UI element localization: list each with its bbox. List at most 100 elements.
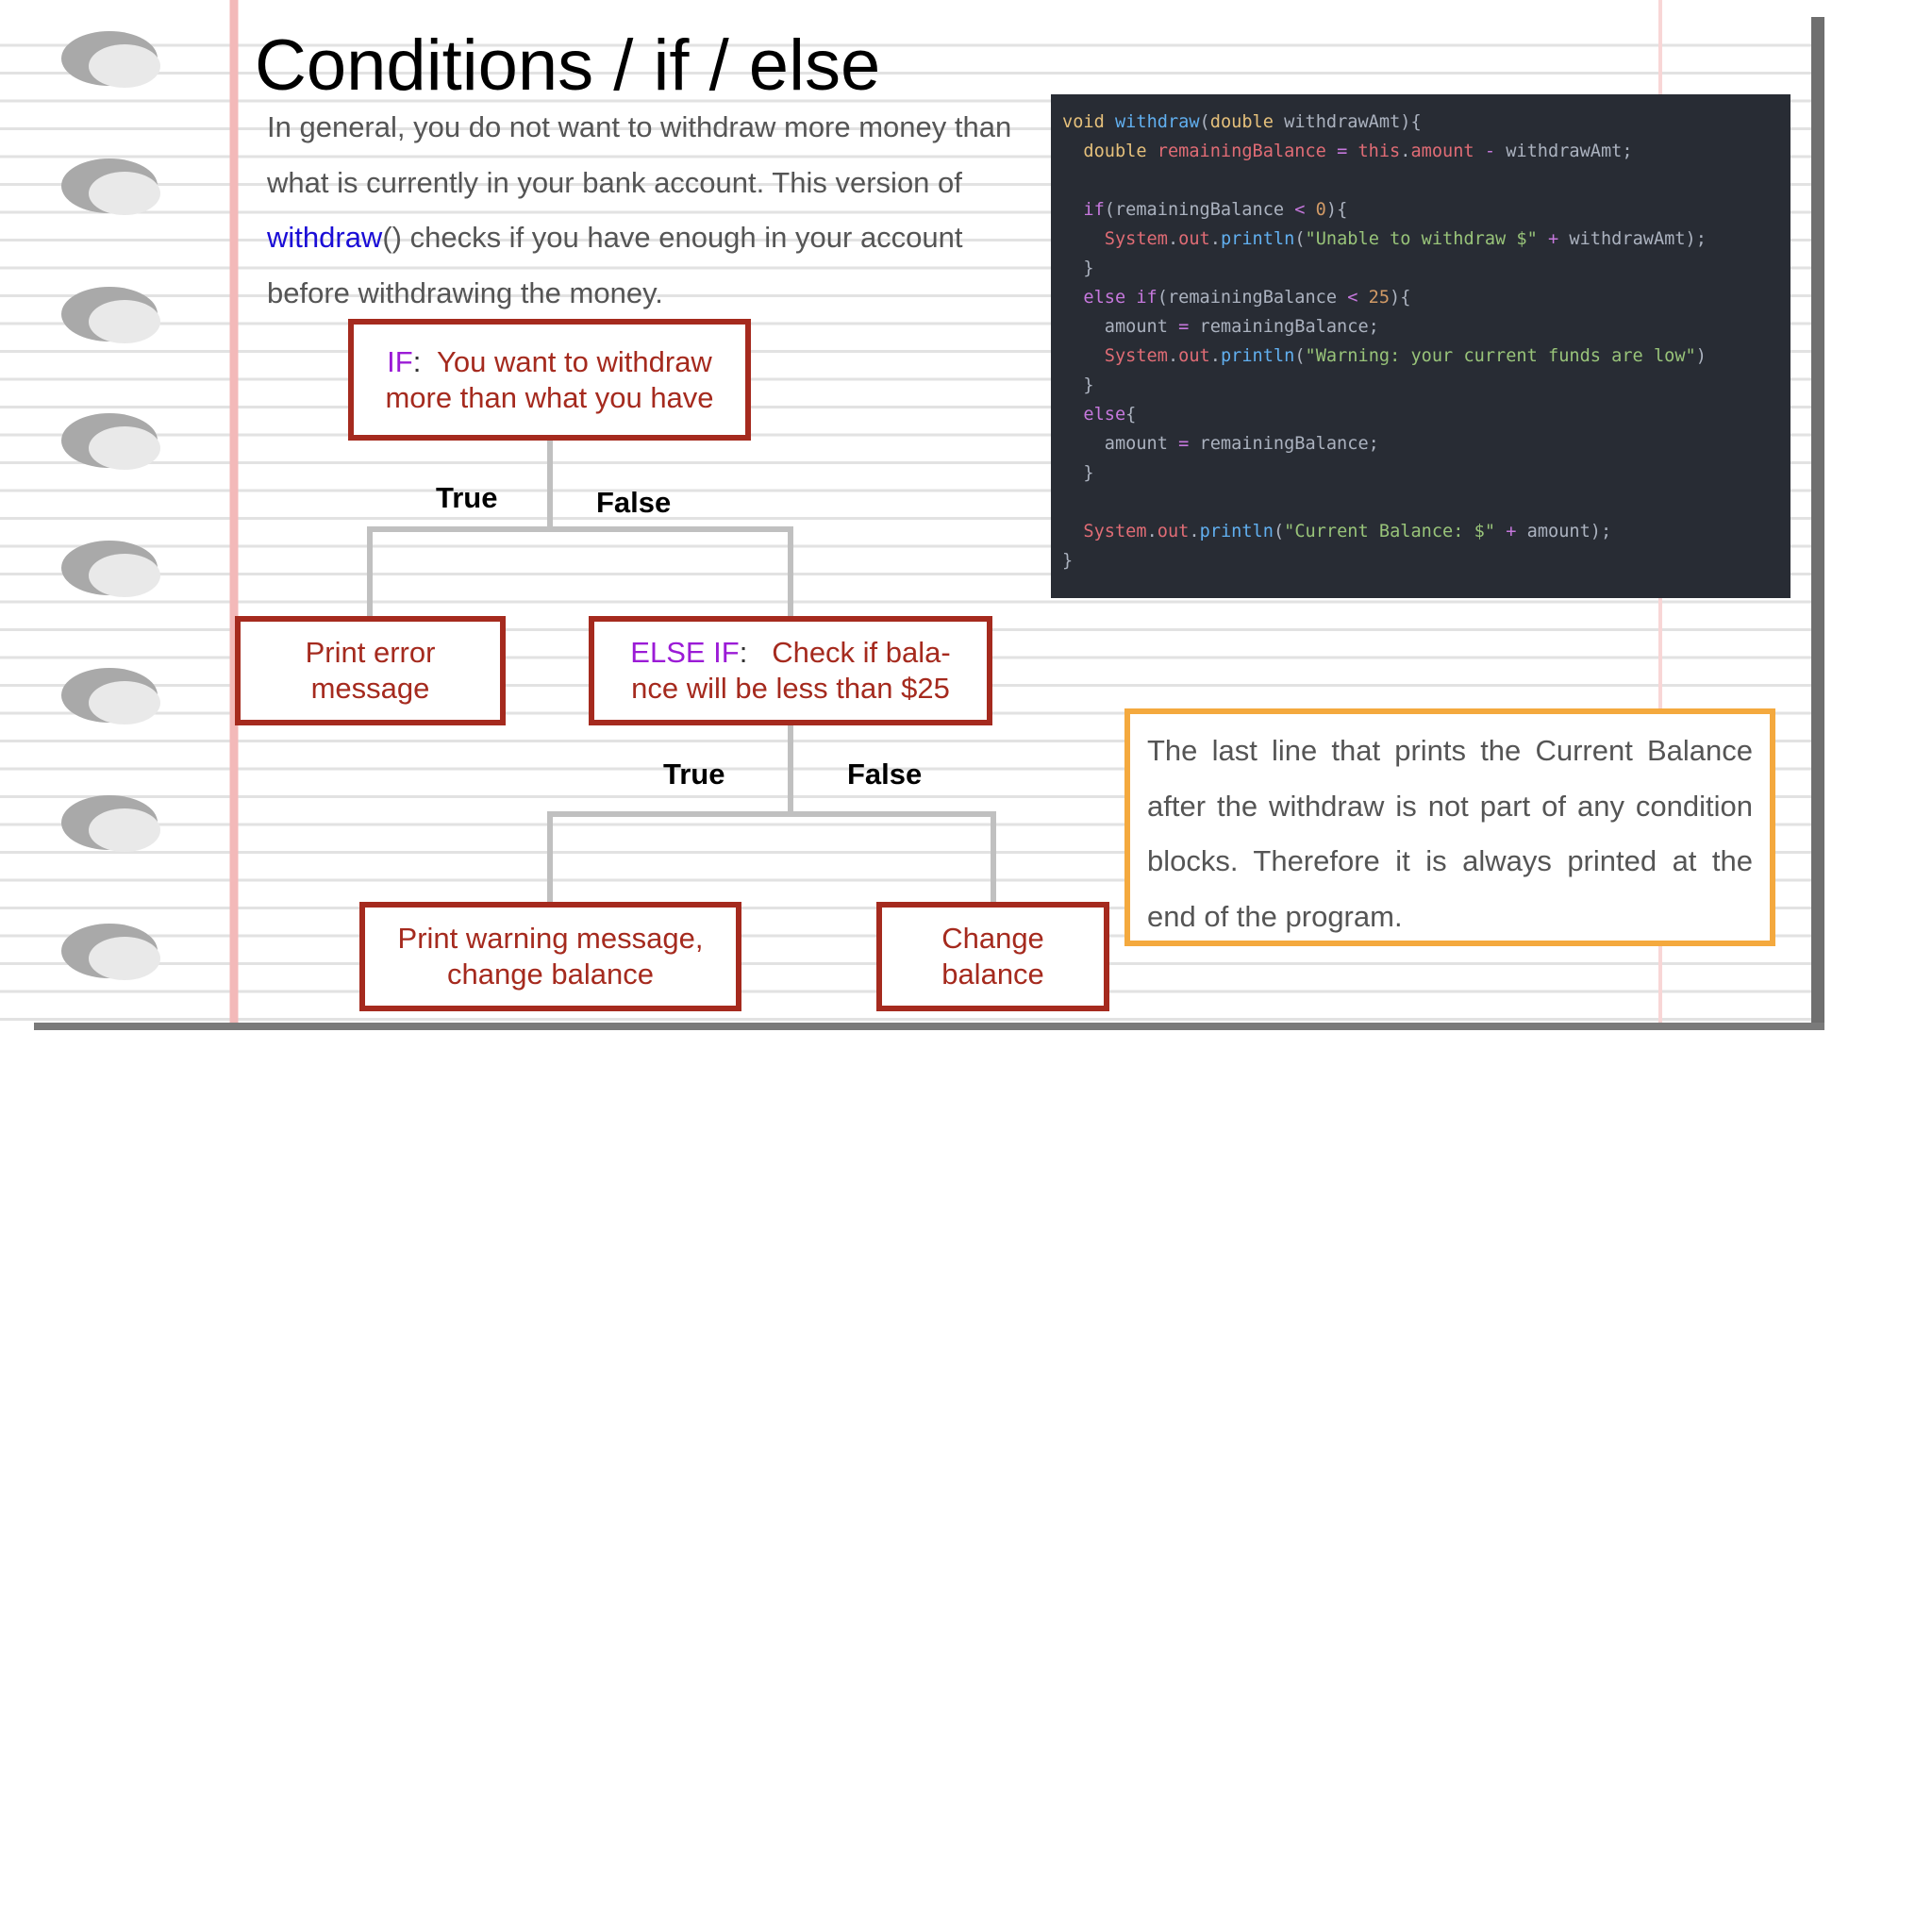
print-error-box: Print error message (235, 616, 506, 725)
code-line: System.out.println("Unable to withdraw $… (1062, 225, 1779, 254)
code-token: "Warning: your current funds are low" (1305, 346, 1696, 366)
code-token: = (1337, 142, 1358, 161)
code-token: (remainingBalance (1157, 288, 1348, 308)
code-token: ) (1695, 346, 1707, 366)
else-if-keyword: ELSE IF (630, 636, 740, 669)
code-token: double (1083, 142, 1158, 161)
branch-label-true-1: True (436, 481, 498, 514)
connector-elseif-split (547, 811, 996, 907)
if-condition-box: IF: You want to withdraw more than what … (348, 319, 751, 441)
code-token: System (1104, 229, 1168, 249)
code-line: } (1062, 254, 1779, 283)
code-token: else if (1083, 288, 1158, 308)
code-token: remainingBalance; (1199, 434, 1379, 454)
code-token: = (1178, 317, 1200, 337)
branch-label-false-1: False (596, 486, 672, 519)
if-separator: : (412, 344, 422, 378)
code-token: System (1083, 522, 1147, 541)
code-token: double (1209, 112, 1285, 132)
code-token: amount (1062, 317, 1179, 337)
code-line: } (1062, 546, 1779, 575)
branch-label-true-2: True (663, 758, 725, 791)
if-keyword: IF (387, 344, 413, 378)
code-token: ( (1273, 522, 1285, 541)
code-token: "Unable to withdraw $" (1305, 229, 1549, 249)
code-token: 25 (1368, 288, 1391, 308)
note-box: The last line that prints the Current Ba… (1124, 708, 1775, 946)
code-token: out (1157, 522, 1190, 541)
code-token: this (1357, 142, 1401, 161)
code-token: withdrawAmt); (1569, 229, 1707, 249)
code-token: ){ (1390, 288, 1411, 308)
code-line: else if(remainingBalance < 25){ (1062, 283, 1779, 312)
code-token: remainingBalance (1157, 142, 1338, 161)
code-token: withdraw (1114, 112, 1200, 132)
code-line: } (1062, 371, 1779, 400)
code-token: < (1294, 200, 1316, 220)
code-token: println (1220, 229, 1295, 249)
code-token: } (1062, 258, 1094, 278)
change-balance-box: Change balance (876, 902, 1109, 1011)
code-token: ( (1199, 112, 1210, 132)
else-if-separator: : (739, 636, 748, 669)
code-line: System.out.println("Current Balance: $" … (1062, 517, 1779, 546)
code-token: ( (1294, 229, 1306, 249)
code-token: amount (1410, 142, 1485, 161)
slide: Conditions / if / else In general, you d… (0, 0, 1824, 1030)
code-token: ){ (1325, 200, 1348, 220)
code-line: amount = remainingBalance; (1062, 429, 1779, 458)
code-token: . (1167, 229, 1179, 249)
code-token: else (1083, 405, 1126, 425)
code-token: . (1167, 346, 1179, 366)
code-token: System (1104, 346, 1168, 366)
code-line: if(remainingBalance < 0){ (1062, 195, 1779, 225)
code-token: } (1062, 551, 1074, 571)
branch-label-false-2: False (847, 758, 923, 791)
print-warning-text: Print warning message, change balance (397, 922, 704, 991)
code-token: void (1062, 112, 1115, 132)
code-token: remainingBalance; (1199, 317, 1379, 337)
code-token: if (1083, 200, 1105, 220)
code-token: "Current Balance: $" (1284, 522, 1507, 541)
code-token: + (1548, 229, 1570, 249)
note-text: The last line that prints the Current Ba… (1147, 734, 1753, 933)
print-error-text: Print error message (305, 636, 436, 705)
code-token: < (1347, 288, 1369, 308)
code-token: amount); (1526, 522, 1612, 541)
change-balance-text: Change balance (941, 922, 1044, 991)
code-token: . (1146, 522, 1158, 541)
if-condition-text: You want to withdraw more than what you … (385, 344, 714, 414)
code-token: . (1400, 142, 1411, 161)
code-token: + (1506, 522, 1527, 541)
connector-if-split (367, 526, 793, 621)
code-token: { (1125, 405, 1137, 425)
code-token: ( (1294, 346, 1306, 366)
else-if-condition-box: ELSE IF: Check if bala-nce will be less … (589, 616, 992, 725)
code-token: . (1209, 346, 1221, 366)
code-block: void withdraw(double withdrawAmt){ doubl… (1051, 94, 1790, 598)
code-token: 0 (1315, 200, 1326, 220)
code-token: } (1062, 463, 1094, 483)
code-token: = (1178, 434, 1200, 454)
code-token: withdrawAmt){ (1284, 112, 1422, 132)
code-line: System.out.println("Warning: your curren… (1062, 341, 1779, 371)
code-token: println (1199, 522, 1274, 541)
code-line: } (1062, 458, 1779, 488)
code-token: out (1178, 229, 1210, 249)
print-warning-box: Print warning message, change balance (359, 902, 741, 1011)
code-line: void withdraw(double withdrawAmt){ (1062, 108, 1779, 137)
code-token: - (1484, 142, 1507, 161)
code-token: println (1220, 346, 1295, 366)
code-token: (remainingBalance (1104, 200, 1295, 220)
code-line: amount = remainingBalance; (1062, 312, 1779, 341)
code-token: withdrawAmt; (1506, 142, 1633, 161)
code-token: amount (1062, 434, 1179, 454)
